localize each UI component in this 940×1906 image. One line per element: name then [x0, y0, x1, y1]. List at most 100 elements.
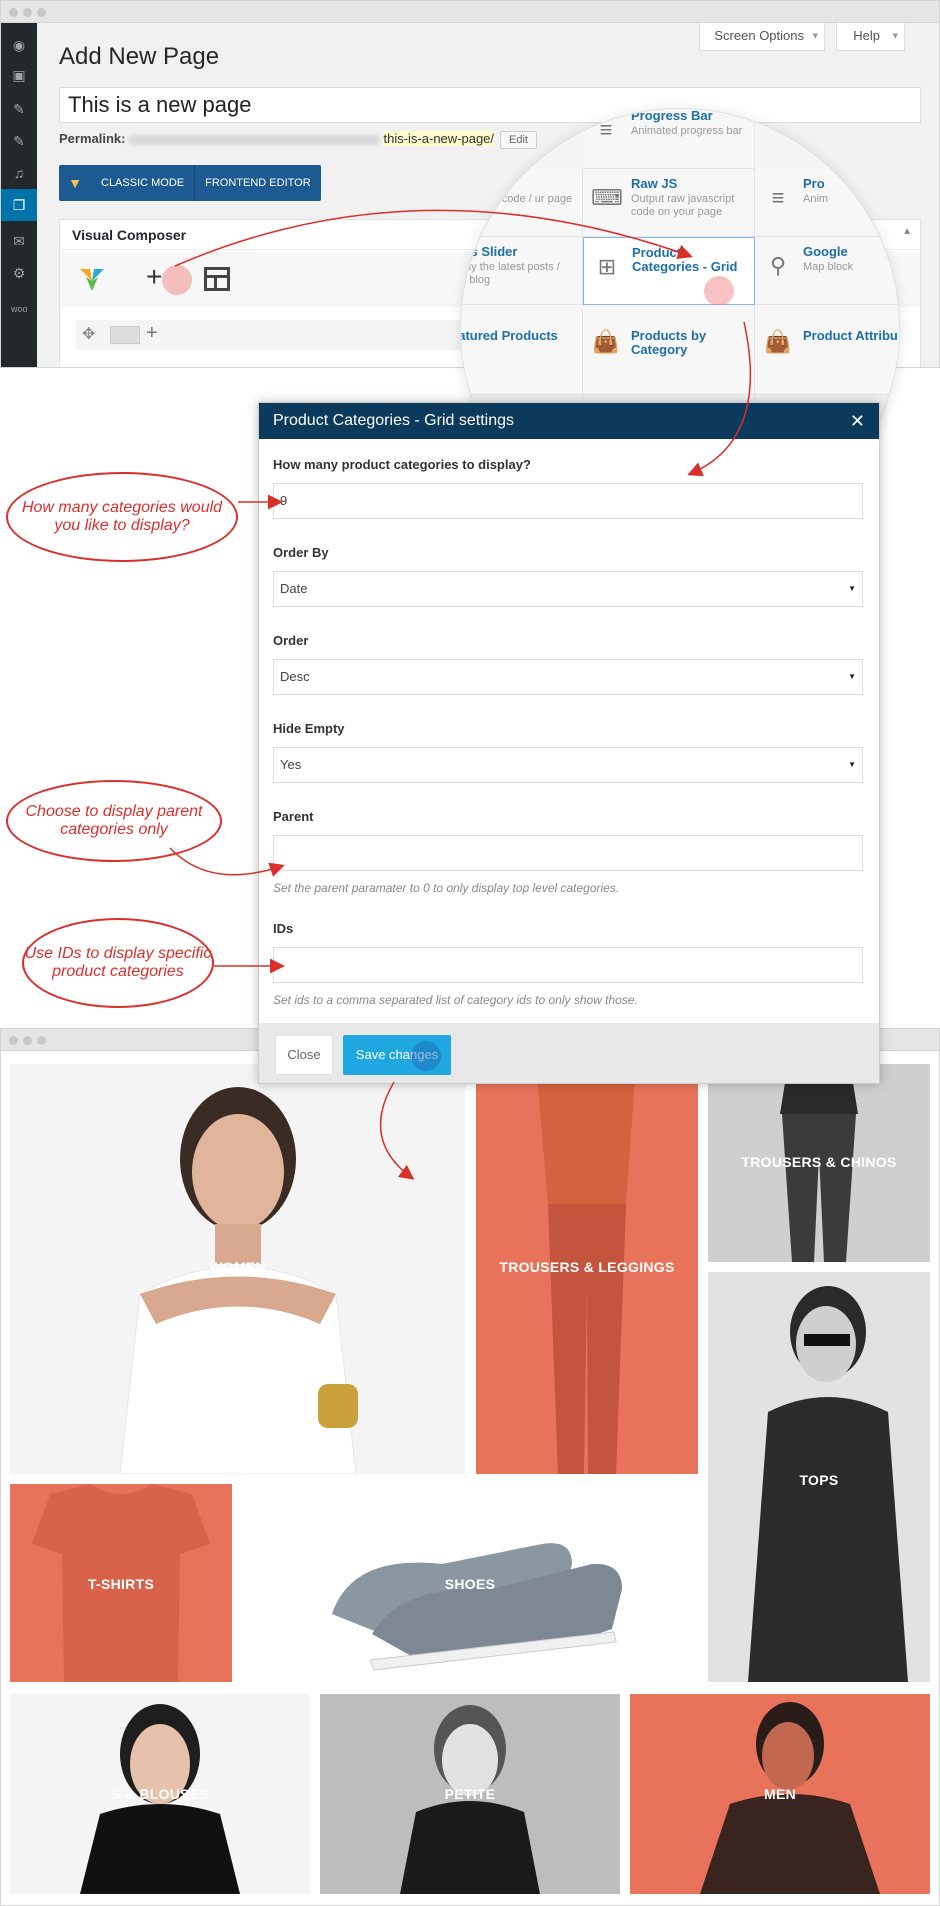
close-icon[interactable]: ✕ [850, 403, 865, 439]
permalink-row: Permalink: this-is-a-new-page/Edit [59, 131, 537, 149]
element-title: Google [803, 244, 848, 259]
element-title: osts Slider [461, 244, 518, 259]
element-title: Product Categories - Grid [632, 245, 738, 274]
element-posts-slider[interactable]: osts Slider splay the latest posts / the… [460, 237, 583, 305]
media-icon[interactable]: ▣ [11, 67, 27, 83]
woo-icon[interactable]: woo [11, 301, 28, 317]
posts-icon[interactable]: ✎ [11, 133, 27, 149]
element-desc: splay the latest posts / the blog [460, 261, 560, 286]
count-input[interactable]: 9 [273, 483, 863, 519]
edit-permalink-button[interactable]: Edit [500, 131, 537, 149]
element-products-by-category[interactable]: 👜 Products by Category [583, 305, 755, 395]
post-title-input[interactable]: This is a new page [59, 87, 921, 123]
blurred-url [129, 134, 380, 145]
element-desc: t raw html code / ur page [460, 193, 573, 205]
settings-modal: Product Categories - Grid settings ✕ How… [258, 402, 880, 1084]
element-title: Products by Category [631, 328, 707, 357]
collapse-icon[interactable]: ▲ [902, 226, 912, 237]
category-tile-men[interactable]: MEN [630, 1694, 930, 1894]
category-label: WOMEN [209, 1259, 266, 1275]
close-button[interactable]: Close [275, 1035, 333, 1075]
ids-description: Set ids to a comma separated list of cat… [273, 993, 638, 1007]
category-tile-trousers-leggings[interactable]: TROUSERS & LEGGINGS [476, 1064, 698, 1474]
dashboard-icon[interactable]: ◉ [11, 37, 27, 53]
element-desc: Map block [803, 261, 854, 273]
parent-input[interactable] [273, 835, 863, 871]
category-tile-trousers-chinos[interactable]: TROUSERS & CHINOS [708, 1064, 930, 1262]
hide-empty-select[interactable]: Yes [273, 747, 863, 783]
annotation-ids: Use IDs to display specific product cate… [22, 918, 214, 1008]
window-dot [9, 1036, 18, 1045]
element-product-categories-grid[interactable]: ⊞ Product Categories - Grid [583, 237, 755, 306]
element-title: Product Attribu [803, 328, 898, 343]
stage: { "wp": { "page_title": "Add New Page", … [0, 0, 940, 1906]
add-column-icon[interactable]: + [146, 322, 158, 345]
pages-icon[interactable]: ❐ [1, 189, 37, 221]
category-tile-tops[interactable]: TOPS [708, 1272, 930, 1682]
cursor-highlight [704, 276, 734, 306]
pin-icon[interactable]: ✎ [11, 101, 27, 117]
order-by-label: Order By [273, 545, 329, 560]
element-title: Raw JS [631, 176, 678, 191]
column-layout-icon[interactable] [110, 326, 140, 344]
modal-footer: Close Save changes [259, 1023, 879, 1083]
screen-options-button[interactable]: Screen Options [699, 23, 825, 51]
element-raw-html[interactable]: ML t raw html code / ur page [460, 169, 583, 237]
frontend-editor-button[interactable]: FRONTEND EDITOR [195, 165, 321, 201]
admin-sidebar: ◉ ▣ ✎ ✎ ♫ ❐ ✉ ⚙ woo [1, 23, 37, 367]
order-select[interactable]: Desc [273, 659, 863, 695]
category-label: SHOES [444, 1576, 496, 1592]
cursor-highlight [162, 265, 192, 295]
permalink-label: Permalink: [59, 131, 126, 146]
element-product-attribute[interactable]: 👜 Product Attribu [755, 305, 899, 395]
category-tile-women[interactable]: WOMEN [10, 1064, 465, 1474]
annotation-count: How many categories would you like to di… [6, 472, 238, 562]
vc-mode-toggle: ▼ CLASSIC MODE FRONTEND EDITOR [59, 165, 321, 201]
hide-empty-label: Hide Empty [273, 721, 345, 736]
vc-logo-icon [76, 263, 108, 295]
element-desc: Anim [803, 193, 829, 205]
category-tile-shoes[interactable]: SHOES [242, 1484, 698, 1682]
modal-title: Product Categories - Grid settings [273, 412, 514, 429]
element-title: eatured Products [460, 328, 558, 343]
category-label: TROUSERS & LEGGINGS [499, 1259, 675, 1275]
templates-icon[interactable] [204, 267, 230, 291]
permalink-slug: this-is-a-new-page/ [383, 131, 495, 146]
element-raw-js[interactable]: ⌨ Raw JS Output raw javascript code on y… [583, 169, 755, 237]
code-icon: ⌨ [591, 185, 623, 210]
parent-label: Parent [273, 809, 314, 824]
category-label: S & BLOUSES [110, 1786, 210, 1802]
move-icon[interactable]: ✥ [82, 324, 95, 344]
annotation-parent: Choose to display parent categories only [6, 780, 222, 862]
help-button[interactable]: Help [836, 23, 905, 51]
element-progress-bar[interactable]: ≡ Progress Bar Animated progress bar [583, 108, 755, 169]
classic-mode-button[interactable]: CLASSIC MODE [91, 165, 194, 201]
grid-icon: ⊞ [597, 254, 617, 279]
bag-icon: 👜 [592, 329, 620, 354]
category-label: PETITE [444, 1786, 496, 1802]
element-desc: Output raw javascript code on your page [631, 193, 735, 218]
order-by-select[interactable]: Date [273, 571, 863, 607]
page-title: Add New Page [59, 43, 220, 70]
map-pin-icon: ⚲ [769, 253, 787, 278]
element-title: Progress Bar [631, 108, 713, 123]
ids-label: IDs [273, 921, 294, 936]
element-progress-2[interactable]: ≡ Pro Anim [755, 169, 899, 237]
modal-header: Product Categories - Grid settings ✕ [259, 403, 879, 439]
parent-description: Set the parent paramater to 0 to only di… [273, 881, 620, 895]
count-label: How many product categories to display? [273, 457, 531, 472]
window-titlebar [1, 1, 939, 23]
settings-icon[interactable]: ⚙ [11, 265, 27, 281]
window-dot [37, 8, 46, 17]
element-google-maps[interactable]: ⚲ Google Map block [755, 237, 899, 305]
category-tile-shirts-blouses[interactable]: S & BLOUSES [10, 1694, 310, 1894]
links-icon[interactable]: ♫ [11, 165, 27, 181]
element-featured-products[interactable]: eatured Products [460, 305, 583, 395]
category-tile-petite[interactable]: PETITE [320, 1694, 620, 1894]
category-tile-t-shirts[interactable]: T-SHIRTS [10, 1484, 232, 1682]
window-dot [9, 8, 18, 17]
add-element-button[interactable]: + [146, 261, 162, 293]
ids-input[interactable] [273, 947, 863, 983]
comments-icon[interactable]: ✉ [11, 233, 27, 249]
window-dot [23, 1036, 32, 1045]
